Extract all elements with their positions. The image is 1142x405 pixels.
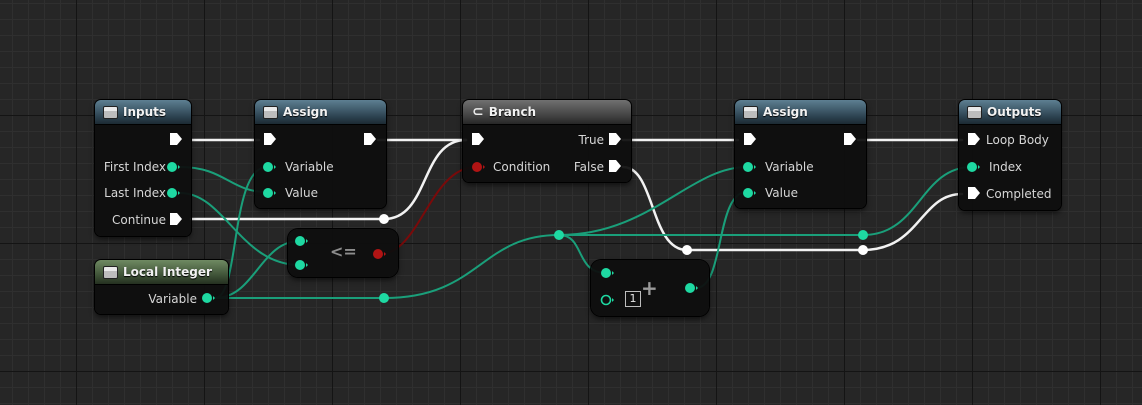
less-equal-node[interactable]: <= [288,229,398,277]
completed-label: Completed [986,187,1052,201]
index-pin[interactable] [966,160,980,174]
exec-arrow-icon [170,213,182,225]
first-index-label: First Index [103,160,166,174]
add-result-pin[interactable] [684,281,698,295]
local-integer-variable-pin[interactable] [201,291,215,305]
exec-arrow-icon [472,133,484,145]
function-icon [968,106,981,118]
reroute-knot[interactable] [379,293,389,303]
value-in-pin[interactable] [742,186,756,200]
add-constant-input[interactable]: 1 [625,291,641,307]
inputs-node-title: Inputs [123,105,167,119]
loop-body-exec-pin[interactable] [967,132,981,146]
add-b-pin[interactable] [600,293,614,307]
reroute-knot[interactable] [858,230,868,240]
first-index-pin[interactable] [166,160,180,174]
reroute-knot[interactable] [554,230,564,240]
last-index-label: Last Index [104,186,166,200]
compare-a-pin[interactable] [294,234,308,248]
integer-wire[interactable] [179,166,268,193]
exec-out-pin[interactable] [363,132,377,146]
compare-b-pin[interactable] [294,258,308,272]
true-exec-pin[interactable] [608,132,622,146]
add-node[interactable]: 1 + [591,260,709,316]
add-operator: + [641,276,658,300]
false-label: False [573,160,604,174]
assign-node-1[interactable]: Assign Variable Value [255,100,386,208]
last-index-pin[interactable] [166,186,180,200]
value-in-pin[interactable] [262,186,276,200]
true-label: True [578,133,605,147]
branch-node[interactable]: ⊂ Branch Condition True False [463,100,631,182]
exec-arrow-icon [609,160,621,172]
assign-node-2-title: Assign [763,105,808,119]
exec-arrow-icon [844,133,856,145]
function-icon [264,106,277,118]
exec-arrow-icon [264,133,276,145]
assign-node-2-header[interactable]: Assign [735,100,866,125]
exec-arrow-icon [968,133,980,145]
local-integer-variable-label: Variable [148,292,197,306]
variable-icon [104,266,117,278]
exec-out-pin[interactable] [169,132,183,146]
function-icon [104,106,117,118]
outputs-node-title: Outputs [987,105,1042,119]
loop-body-label: Loop Body [986,133,1049,147]
branch-icon: ⊂ [472,104,484,120]
branch-node-header[interactable]: ⊂ Branch [463,100,631,125]
assign-1-value-label: Value [285,186,318,200]
exec-in-pin[interactable] [471,132,485,146]
exec-arrow-icon [364,133,376,145]
condition-label: Condition [493,160,551,174]
false-exec-pin[interactable] [608,159,622,173]
completed-exec-pin[interactable] [967,186,981,200]
index-label: Index [989,160,1023,174]
less-equal-operator: <= [330,242,357,261]
condition-pin[interactable] [471,160,485,174]
assign-node-1-title: Assign [283,105,328,119]
assign-node-2[interactable]: Assign Variable Value [735,100,866,208]
exec-arrow-icon [968,187,980,199]
exec-arrow-icon [170,133,182,145]
continue-exec-pin[interactable] [169,212,183,226]
local-integer-node-title: Local Integer [123,265,212,279]
reroute-knot[interactable] [379,214,389,224]
assign-2-variable-label: Variable [765,160,814,174]
variable-in-pin[interactable] [262,160,276,174]
continue-label: Continue [112,213,166,227]
blueprint-graph-canvas[interactable]: Inputs First Index Last Index Continue L… [0,0,1142,405]
exec-arrow-icon [744,133,756,145]
add-a-pin[interactable] [600,266,614,280]
branch-node-title: Branch [488,105,537,119]
compare-result-pin[interactable] [372,247,386,261]
variable-in-pin[interactable] [742,160,756,174]
exec-in-pin[interactable] [263,132,277,146]
outputs-node-header[interactable]: Outputs [959,100,1061,125]
assign-node-1-header[interactable]: Assign [255,100,386,125]
outputs-node[interactable]: Outputs Loop Body Index Completed [959,100,1061,210]
exec-out-pin[interactable] [843,132,857,146]
exec-in-pin[interactable] [743,132,757,146]
function-icon [744,106,757,118]
local-integer-node-header[interactable]: Local Integer [95,260,228,285]
reroute-knot[interactable] [858,245,868,255]
assign-1-variable-label: Variable [285,160,334,174]
inputs-node[interactable]: Inputs First Index Last Index Continue [95,100,191,236]
inputs-node-header[interactable]: Inputs [95,100,191,125]
local-integer-node[interactable]: Local Integer Variable [95,260,228,314]
exec-arrow-icon [609,133,621,145]
assign-2-value-label: Value [765,186,798,200]
reroute-knot[interactable] [682,245,692,255]
